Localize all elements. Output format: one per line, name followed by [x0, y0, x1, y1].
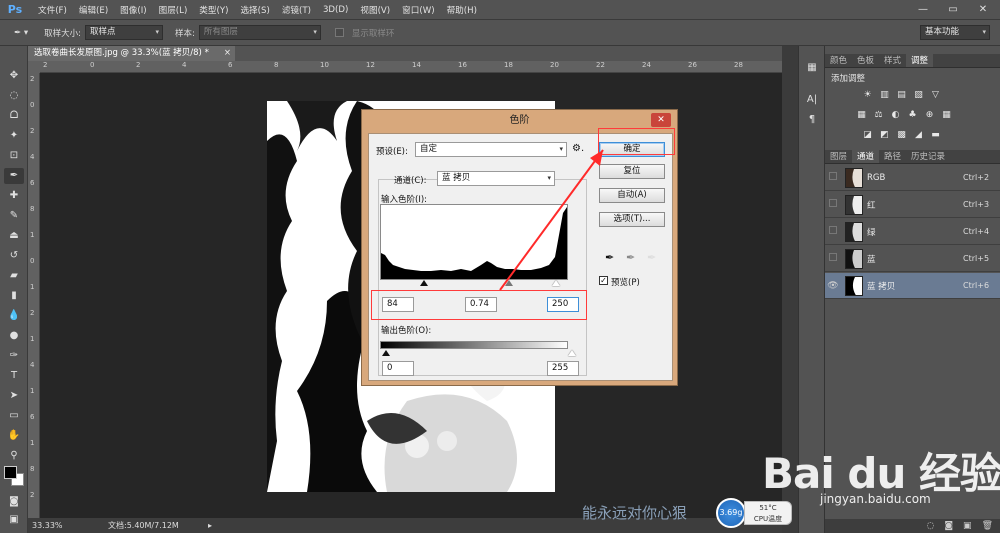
cpu-temp-label: CPU温度	[753, 515, 783, 523]
cpu-temp-value: 51°C	[759, 504, 777, 512]
photoshop-window: Ps 文件(F) 编辑(E) 图像(I) 图层(L) 类型(Y) 选择(S) 滤…	[0, 0, 1000, 533]
baidu-jingyan-logo: Bai du 经验 jingyan.baidu.com	[762, 440, 1000, 506]
caption-text: 能永远对你心狠	[582, 504, 688, 522]
speed-widget[interactable]: 3.69g	[716, 498, 746, 528]
baidu-url: jingyan.baidu.com	[820, 492, 931, 506]
foreground-color-swatch[interactable]	[4, 466, 17, 479]
baidu-logo-text: Bai du 经验	[762, 449, 1000, 498]
cpu-temp-widget[interactable]: 51°C CPU温度	[744, 501, 792, 525]
